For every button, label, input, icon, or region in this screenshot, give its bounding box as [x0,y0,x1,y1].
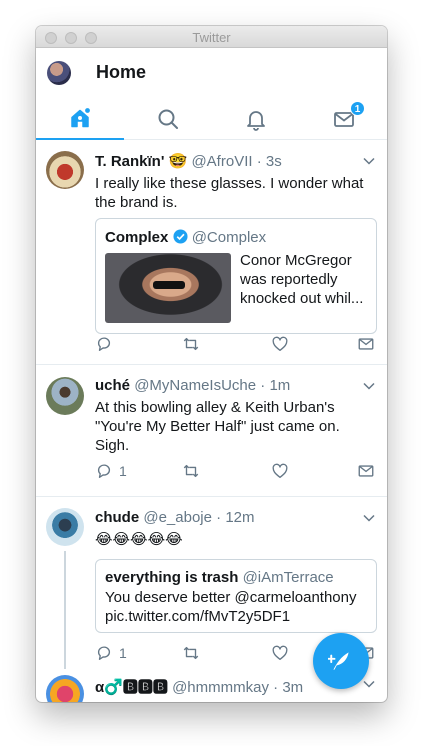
tab-home[interactable] [36,98,124,140]
heart-icon [272,645,288,660]
author-handle[interactable]: @MyNameIsUche [134,377,256,394]
verified-badge-icon [173,229,188,244]
quoted-author-name: everything is trash [105,569,239,586]
retweet-button[interactable] [182,643,200,663]
quoted-tweet-header: everything is trash @iAmTerrace [105,569,334,586]
tweet-timestamp[interactable]: 12m [225,509,254,526]
reply-icon [97,464,111,478]
search-icon [158,109,178,129]
direct-message-button[interactable] [357,334,375,354]
reply-icon [97,646,111,660]
window-title: Twitter [192,30,231,45]
reply-button[interactable] [95,334,113,354]
tweet-actions [95,334,377,354]
reply-button[interactable]: 1 [95,461,127,481]
tweet[interactable]: T. Rankïn' 🤓 @AfroVII · 3s I really like… [36,140,387,365]
tweet-text: I really like these glasses. I wonder wh… [95,175,364,211]
tweet-header: uché @MyNameIsUche · 1m [95,377,290,394]
tweet-text: 😂😂😂😂😂 [95,531,183,548]
quoted-tweet-header: Complex @Complex [105,229,266,246]
tab-notifications[interactable] [212,98,300,140]
quoted-author-handle: @Complex [191,229,267,246]
profile-avatar[interactable] [47,61,71,85]
app-window: Twitter Home 1 T. Rankïn' 🤓 @AfroVII · 3… [36,26,387,702]
envelope-icon [358,465,374,477]
heart-icon [272,336,288,351]
tweet-timestamp[interactable]: 3s [266,153,282,170]
reply-button[interactable]: 1 [95,643,127,663]
quoted-tweet-text: You deserve better @carmeloanthony pic.t… [105,589,357,625]
tweet-header: α♂️🅱🅱🅱 @hmmmmkay · 3m [95,676,303,697]
timeline[interactable]: T. Rankïn' 🤓 @AfroVII · 3s I really like… [36,140,387,702]
tweet-actions: 1 [95,461,377,481]
author-handle[interactable]: @hmmmmkay [172,679,269,696]
tweet-avatar[interactable] [46,508,84,546]
reply-icon [97,337,111,351]
author-name[interactable]: chude [95,509,139,526]
tweet-timestamp[interactable]: 1m [269,377,290,394]
tweet-timestamp[interactable]: 3m [282,679,303,696]
separator-dot: · [216,509,222,526]
header: Home [36,48,387,98]
sunglasses-shape [153,281,185,289]
chevron-down-icon[interactable] [363,155,375,167]
retweet-icon [183,337,199,351]
quoted-tweet[interactable]: Complex @Complex Conor McGregor was repo… [95,218,377,334]
reply-count: 1 [119,645,127,661]
retweet-icon [183,646,199,660]
tweet-header: T. Rankïn' 🤓 @AfroVII · 3s [95,152,282,170]
direct-message-button[interactable] [357,461,375,481]
heart-icon [272,463,288,478]
compose-tweet-button[interactable] [313,633,369,689]
tweet-avatar[interactable] [46,675,84,702]
quoted-author-handle: @iAmTerrace [242,569,334,586]
tweet-avatar[interactable] [46,377,84,415]
author-emoji: 🤓 [168,153,188,170]
tweet-text: At this bowling alley & Keith Urban's "Y… [95,399,340,454]
tweet[interactable]: uché @MyNameIsUche · 1m At this bowling … [36,365,387,497]
retweet-icon [183,464,199,478]
bell-icon [247,111,265,131]
author-handle[interactable]: @e_aboje [143,509,212,526]
tab-messages[interactable]: 1 [300,98,387,140]
author-handle[interactable]: @AfroVII [191,153,252,170]
separator-dot: · [256,153,262,170]
retweet-button[interactable] [182,334,200,354]
chevron-down-icon[interactable] [363,380,375,392]
quoted-author-name: Complex [105,229,169,246]
envelope-icon [358,338,374,350]
quoted-tweet-text: Conor McGregor was reportedly knocked ou… [240,252,364,307]
author-name[interactable]: α♂️🅱🅱🅱 [95,679,168,696]
tab-bar: 1 [36,98,387,140]
quoted-media-thumbnail[interactable] [105,253,231,323]
tweet-avatar[interactable] [46,151,84,189]
like-button[interactable] [271,643,289,663]
messages-badge: 1 [350,101,365,116]
chevron-down-icon[interactable] [363,678,375,690]
title-bar[interactable]: Twitter [36,26,387,48]
quoted-tweet[interactable]: everything is trash @iAmTerrace You dese… [95,559,377,633]
separator-dot: · [273,679,279,696]
author-name[interactable]: uché [95,377,130,394]
page-title: Home [96,62,147,82]
author-name[interactable]: T. Rankïn' [95,153,164,170]
home-icon [71,106,92,128]
separator-dot: · [260,377,266,394]
like-button[interactable] [271,461,289,481]
chevron-down-icon[interactable] [363,512,375,524]
retweet-button[interactable] [182,461,200,481]
like-button[interactable] [271,334,289,354]
tab-search[interactable] [124,98,212,140]
thread-line [64,551,66,669]
reply-count: 1 [119,463,127,479]
tweet-header: chude @e_aboje · 12m [95,509,255,526]
compose-feather-icon [328,652,349,670]
